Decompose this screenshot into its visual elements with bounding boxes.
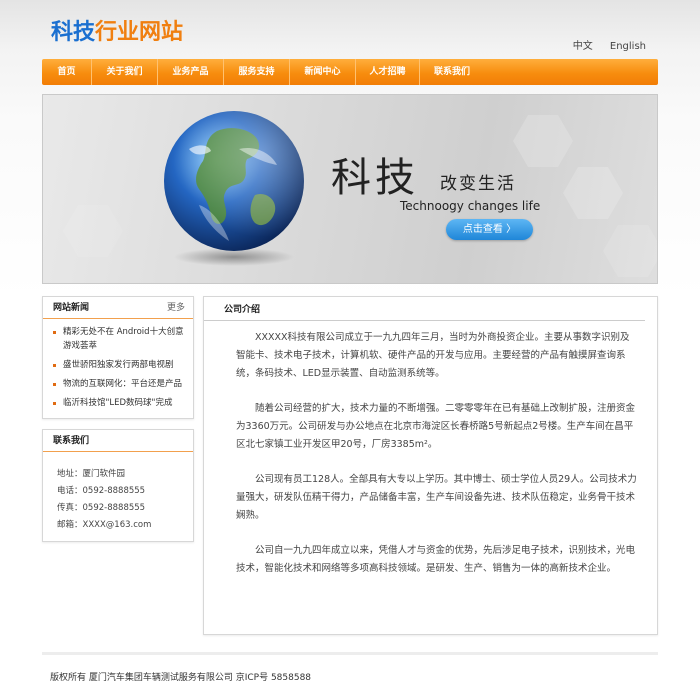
about-paragraph: 公司现有员工128人。全部具有大专以上学历。其中博士、硕士学位人员29人。公司技…: [236, 474, 637, 521]
main-nav: 首页 关于我们 业务产品 服务支持 新闻中心 人才招聘 联系我们: [42, 59, 658, 85]
news-panel-title: 网站新闻: [53, 303, 90, 313]
nav-products[interactable]: 业务产品: [158, 59, 224, 85]
hex-decor: [603, 225, 657, 277]
banner-subtitle: 改变生活: [440, 174, 516, 194]
contact-row-phone: 电话：0592-8888555: [57, 486, 146, 496]
language-switcher: 中文 English: [559, 37, 646, 52]
hero-banner: 科技 改变生活 Technoogy changes life 点击查看 〉: [42, 94, 658, 284]
about-paragraph: XXXXX科技有限公司成立于一九九四年三月，当时为外商投资企业。主要从事数字识别…: [236, 332, 630, 379]
news-panel-header: 网站新闻 更多: [43, 297, 193, 319]
hex-decor: [63, 205, 123, 257]
nav-about[interactable]: 关于我们: [92, 59, 158, 85]
contact-row-email: 邮箱：XXXX@163.com: [57, 520, 152, 530]
news-panel: 网站新闻 更多 精彩无处不在 Android十大创意游戏荟萃 盛世骄阳独家发行两…: [42, 296, 194, 419]
hex-decor: [563, 167, 623, 219]
nav-support[interactable]: 服务支持: [224, 59, 290, 85]
about-paragraph: 随着公司经营的扩大，技术力量的不断增强。二零零零年在已有基础上改制扩股，注册资金…: [236, 403, 636, 450]
about-paragraph: 公司自一九九四年成立以来，凭借人才与资金的优势，先后涉足电子技术，识别技术，光电…: [236, 545, 636, 574]
lang-chinese[interactable]: 中文: [573, 41, 593, 52]
site-logo[interactable]: 科技行业网站: [51, 14, 183, 46]
news-item[interactable]: 临沂科技馆"LED数码球"完成: [53, 396, 185, 410]
nav-contact[interactable]: 联系我们: [420, 59, 484, 85]
hex-decor: [513, 115, 573, 167]
lang-english[interactable]: English: [610, 41, 646, 52]
news-item[interactable]: 物流的互联网化：平台还是产品: [53, 377, 185, 391]
logo-part2: 行业网站: [95, 20, 184, 45]
news-item[interactable]: 盛世骄阳独家发行两部电视剧: [53, 358, 185, 372]
about-panel: 公司介绍 XXXXX科技有限公司成立于一九九四年三月，当时为外商投资企业。主要从…: [203, 296, 658, 635]
globe-icon: [164, 111, 304, 266]
banner-title: 科技: [331, 155, 419, 201]
contact-info: 地址：厦门软件园 电话：0592-8888555 传真：0592-8888555…: [43, 452, 193, 534]
about-panel-title: 公司介绍: [204, 297, 645, 321]
nav-jobs[interactable]: 人才招聘: [356, 59, 420, 85]
nav-home[interactable]: 首页: [42, 59, 92, 85]
news-more-link[interactable]: 更多: [167, 297, 185, 319]
contact-panel-header: 联系我们: [43, 430, 193, 452]
contact-row-address: 地址：厦门软件园: [57, 469, 126, 479]
footer-divider: [42, 652, 658, 655]
contact-row-fax: 传真：0592-8888555: [57, 503, 146, 513]
contact-panel: 联系我们 地址：厦门软件园 电话：0592-8888555 传真：0592-88…: [42, 429, 194, 542]
banner-english-slogan: Technoogy changes life: [400, 199, 541, 213]
news-list: 精彩无处不在 Android十大创意游戏荟萃 盛世骄阳独家发行两部电视剧 物流的…: [43, 319, 193, 410]
nav-news[interactable]: 新闻中心: [290, 59, 356, 85]
news-item[interactable]: 精彩无处不在 Android十大创意游戏荟萃: [53, 325, 185, 353]
logo-part1: 科技: [51, 20, 96, 45]
contact-panel-title: 联系我们: [53, 436, 90, 446]
banner-view-button[interactable]: 点击查看 〉: [446, 219, 533, 240]
footer-copyright: 版权所有 厦门汽车集团车辆测试服务有限公司 京ICP号 5858588: [50, 673, 312, 683]
